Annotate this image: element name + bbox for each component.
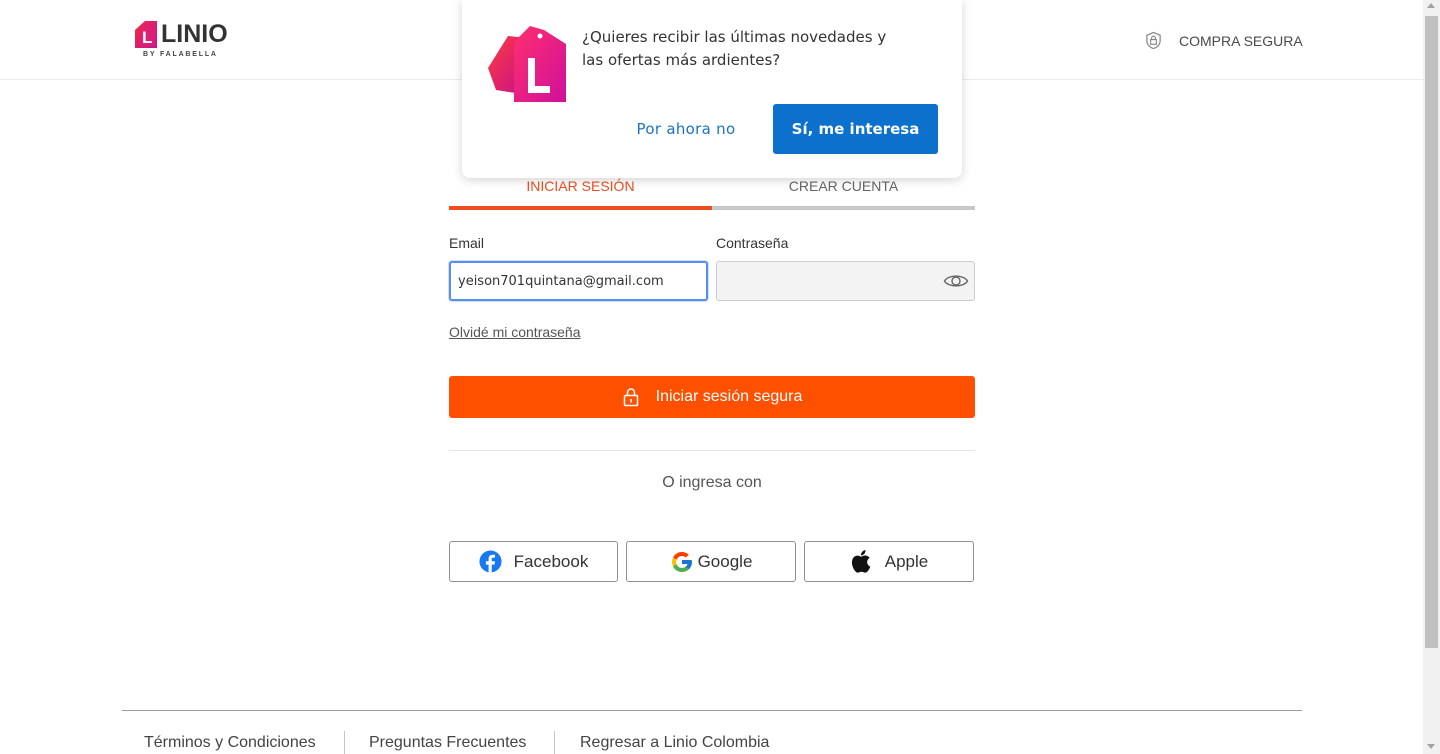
or-login-with-label: O ingresa con <box>662 474 762 491</box>
facebook-login-button[interactable]: Facebook <box>449 541 618 582</box>
footer-separator <box>554 731 555 754</box>
eye-icon[interactable] <box>943 271 969 291</box>
linio-logo[interactable]: L LINIO BY FALABELLA <box>131 18 231 62</box>
notification-popup: ¿Quieres recibir las últimas novedades y… <box>462 0 962 178</box>
forgot-password-link[interactable]: Olvidé mi contraseña <box>449 324 581 340</box>
vertical-scrollbar[interactable] <box>1423 0 1440 754</box>
apple-login-button[interactable]: Apple <box>804 541 974 582</box>
apple-icon <box>851 550 871 573</box>
google-label: Google <box>697 551 753 571</box>
logo-wordmark: LINIO <box>161 20 228 48</box>
footer-link-back-to-linio[interactable]: Regresar a Linio Colombia <box>580 734 769 752</box>
scroll-thumb[interactable] <box>1425 16 1438 648</box>
secure-purchase: COMPRA SEGURA <box>1144 31 1303 50</box>
shield-lock-icon <box>1146 31 1161 50</box>
divider <box>449 450 975 451</box>
scroll-down-arrow-icon[interactable] <box>1427 744 1435 749</box>
svg-text:L: L <box>142 28 152 47</box>
facebook-icon <box>479 550 502 573</box>
footer-divider <box>122 710 1302 711</box>
email-label: Email <box>449 235 485 251</box>
popup-message: ¿Quieres recibir las últimas novedades y… <box>582 28 887 69</box>
accept-notifications-button[interactable]: Sí, me interesa <box>773 104 938 154</box>
footer-link-faq[interactable]: Preguntas Frecuentes <box>369 734 526 752</box>
email-field[interactable] <box>449 261 708 301</box>
secure-purchase-label: COMPRA SEGURA <box>1179 32 1303 49</box>
secure-login-button[interactable]: Iniciar sesión segura <box>449 376 975 418</box>
scroll-up-arrow-icon[interactable] <box>1427 3 1435 8</box>
lock-icon <box>623 388 638 407</box>
logo-subtitle: BY FALABELLA <box>143 51 218 58</box>
linio-tag-icon <box>488 26 566 102</box>
secure-login-label: Iniciar sesión segura <box>655 388 803 405</box>
google-login-button[interactable]: Google <box>626 541 796 582</box>
footer-separator <box>344 731 345 754</box>
password-field[interactable] <box>716 261 975 301</box>
facebook-label: Facebook <box>513 551 589 571</box>
not-now-button[interactable]: Por ahora no <box>626 104 746 154</box>
google-icon <box>671 551 692 572</box>
apple-label: Apple <box>884 551 929 571</box>
footer-link-terms[interactable]: Términos y Condiciones <box>144 734 316 752</box>
password-label: Contraseña <box>716 235 789 251</box>
logo-tag-icon: L <box>135 21 157 48</box>
